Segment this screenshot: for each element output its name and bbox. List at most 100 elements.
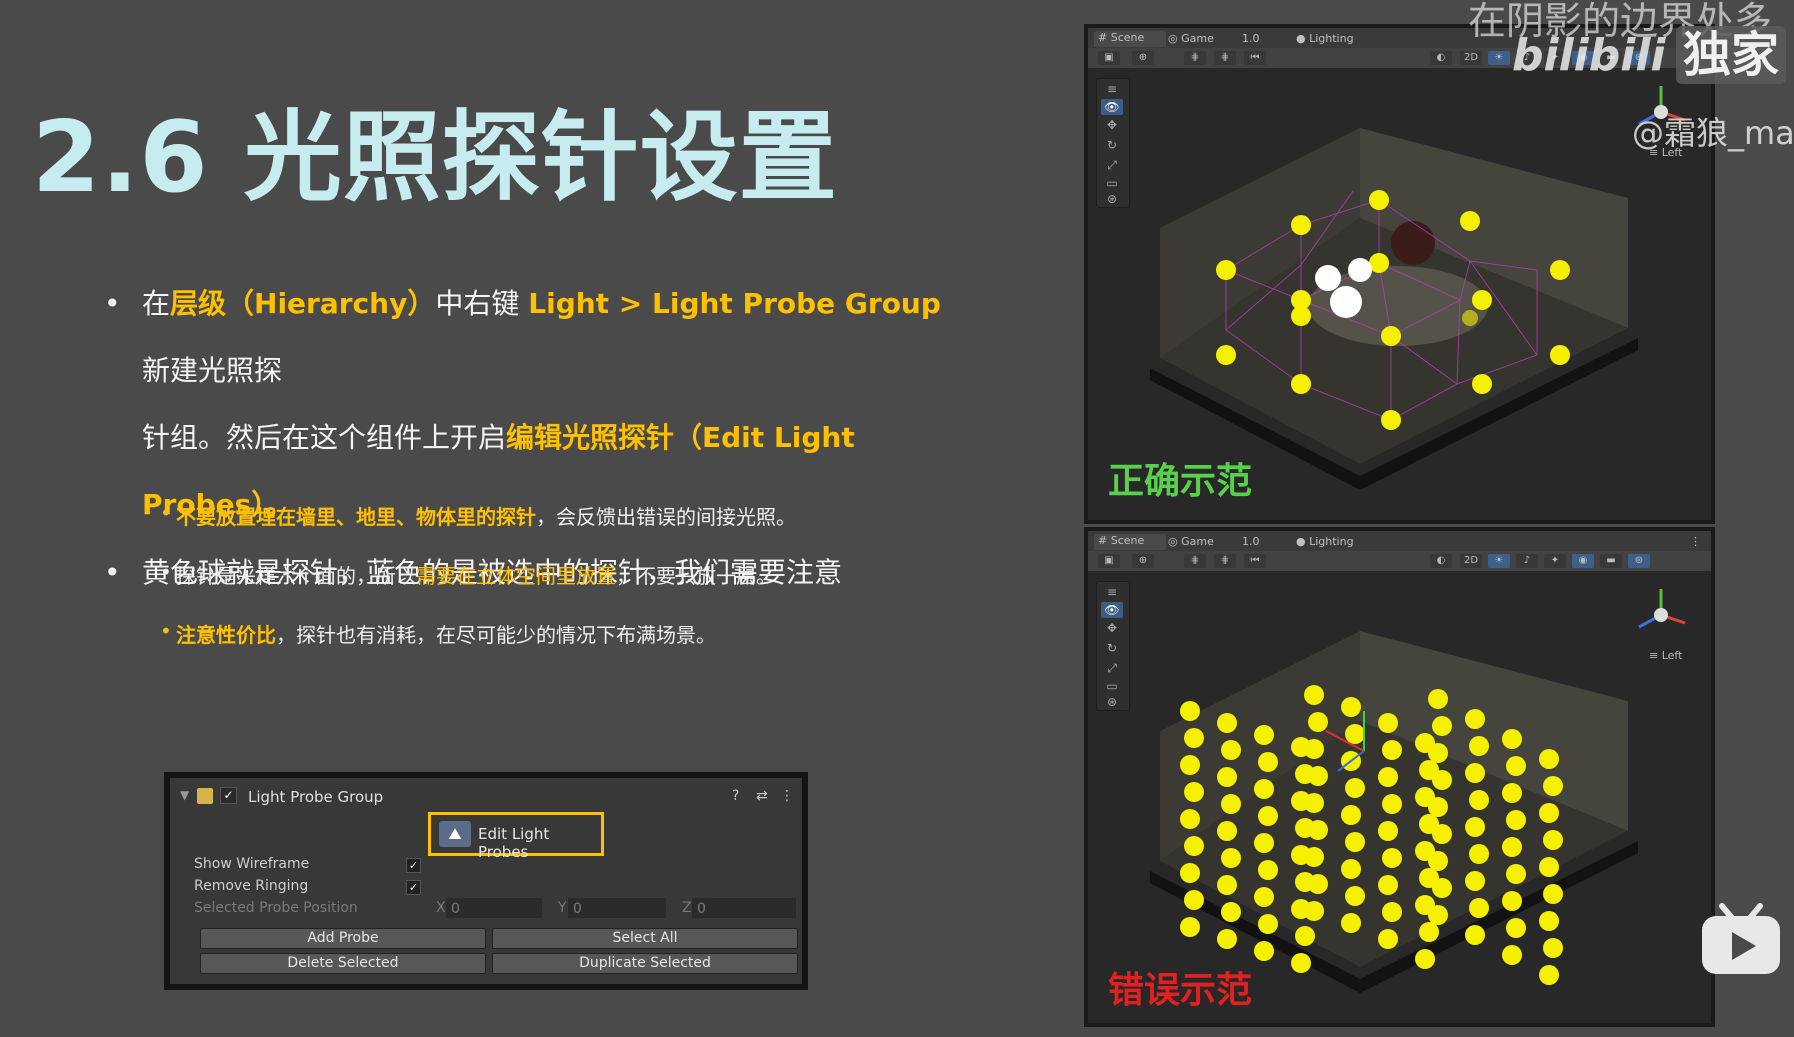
light-probe-sphere	[1539, 857, 1559, 877]
step-icon[interactable]: ⏮	[1244, 554, 1266, 568]
gizmos-icon[interactable]: ⊛	[1628, 554, 1650, 568]
sub1-hl: 不要放置埋在墙里、地里、物体里的探针	[176, 505, 536, 529]
light-toggle-icon[interactable]: ☀	[1488, 51, 1510, 65]
light-probe-sphere	[1506, 810, 1526, 830]
visibility-icon[interactable]: ◉	[1572, 554, 1594, 568]
duplicate-selected-button[interactable]: Duplicate Selected	[492, 953, 798, 974]
step-icon[interactable]: ⏮	[1244, 51, 1266, 65]
tab-scene[interactable]: # Scene	[1094, 31, 1166, 47]
light-probe-sphere	[1217, 875, 1237, 895]
preset-icon[interactable]: ⇄	[756, 788, 768, 804]
show-wireframe-checkbox[interactable]: ✓	[406, 858, 421, 873]
light-probe-sphere	[1217, 713, 1237, 733]
light-probe-sphere	[1469, 736, 1489, 756]
edit-probes-icon[interactable]: ⛰	[439, 821, 471, 847]
tab-scene[interactable]: # Scene	[1094, 534, 1166, 550]
tab-lighting[interactable]: ● Lighting	[1296, 32, 1354, 45]
shading-icon[interactable]: ◐	[1430, 554, 1452, 568]
light-toggle-icon[interactable]: ☀	[1488, 554, 1510, 568]
caption-wrong: 错误示范	[1108, 970, 1253, 1011]
sub-bullet-dot: •	[160, 501, 172, 525]
remove-ringing-checkbox[interactable]: ✓	[406, 880, 421, 895]
add-probe-button[interactable]: Add Probe	[200, 928, 486, 949]
light-probe-sphere	[1469, 898, 1489, 918]
light-probe-sphere	[1539, 749, 1559, 769]
light-probe-sphere	[1432, 824, 1452, 844]
fold-arrow-icon[interactable]: ▼	[180, 788, 189, 802]
help-icon[interactable]: ?	[732, 788, 739, 804]
tab-game-label: Game	[1181, 535, 1214, 548]
tab-scale[interactable]: 1.0	[1242, 32, 1260, 45]
grid-snap-icon[interactable]: ⋕	[1214, 554, 1236, 568]
scene-tab-bar: # Scene ◎ Game 1.0 ● Lighting ⋮	[1088, 531, 1711, 551]
light-probe-sphere	[1258, 806, 1278, 826]
light-probe-sphere	[1502, 783, 1522, 803]
edit-light-probes-label[interactable]: Edit Light Probes	[478, 825, 601, 861]
light-probe-sphere	[1180, 701, 1200, 721]
b1-line2-pre: 针组。然后在这个组件上开启	[142, 421, 507, 454]
grid-snap-icon[interactable]: ⋕	[1214, 51, 1236, 65]
grid-icon: #	[1098, 31, 1108, 44]
light-probe-sphere	[1221, 740, 1241, 760]
light-probe-sphere	[1539, 911, 1559, 931]
light-probe-sphere	[1291, 953, 1311, 973]
light-probe-sphere	[1502, 945, 1522, 965]
draw-mode-icon[interactable]: ▣	[1098, 51, 1120, 65]
component-enabled-checkbox[interactable]: ✓	[220, 787, 237, 804]
2d-toggle[interactable]: 2D	[1460, 554, 1482, 568]
more-menu-icon[interactable]: ⋮	[1690, 535, 1701, 548]
light-probe-sphere	[1180, 755, 1200, 775]
sub1-post: ，会反馈出错误的间接光照。	[536, 505, 796, 529]
tab-scale[interactable]: 1.0	[1242, 535, 1260, 548]
tab-game-label: Game	[1181, 32, 1214, 45]
light-probe-sphere	[1465, 763, 1485, 783]
uploader-watermark: @霜狼_may	[1632, 114, 1794, 152]
sub2-hl: 需要在立体空间里放置	[416, 564, 616, 588]
component-name: Light Probe Group	[248, 788, 384, 806]
shading-icon[interactable]: ◐	[1430, 51, 1452, 65]
x-field[interactable]: 0	[446, 898, 542, 918]
global-icon[interactable]: ⊕	[1132, 51, 1154, 65]
light-probe-sphere	[1432, 770, 1452, 790]
snap-icon[interactable]: ⋕	[1184, 51, 1206, 65]
light-probe-sphere	[1345, 886, 1365, 906]
b1-hl-menu-path: Light > Light Probe Group	[528, 287, 941, 320]
global-icon[interactable]: ⊕	[1132, 554, 1154, 568]
caption-correct: 正确示范	[1108, 461, 1253, 502]
light-probe-sphere	[1506, 756, 1526, 776]
delete-selected-button[interactable]: Delete Selected	[200, 953, 486, 974]
bullet-dot: •	[104, 556, 121, 589]
light-probe-sphere	[1419, 922, 1439, 942]
light-probe-sphere	[1341, 805, 1361, 825]
light-probe-sphere	[1184, 890, 1204, 910]
select-all-button[interactable]: Select All	[492, 928, 798, 949]
more-menu-icon[interactable]: ⋮	[780, 788, 794, 804]
z-field[interactable]: 0	[692, 898, 796, 918]
light-probe-sphere	[1502, 729, 1522, 749]
bullet-dot: •	[104, 287, 121, 320]
sub3-hl: 注意性价比	[176, 623, 276, 647]
light-probe-sphere	[1221, 794, 1241, 814]
snap-icon[interactable]: ⋕	[1184, 554, 1206, 568]
light-probe-sphere	[1382, 740, 1402, 760]
light-probe-sphere	[1258, 752, 1278, 772]
tab-game[interactable]: ◎ Game	[1168, 535, 1214, 548]
light-probe-sphere	[1382, 848, 1402, 868]
orientation-gizmo[interactable]: ≡ Left	[1619, 579, 1703, 663]
audio-icon[interactable]: ♪	[1516, 554, 1538, 568]
light-probe-sphere	[1543, 938, 1563, 958]
tab-lighting[interactable]: ● Lighting	[1296, 535, 1354, 548]
light-probe-sphere	[1217, 767, 1237, 787]
fx-icon[interactable]: ✦	[1544, 554, 1566, 568]
light-probe-sphere	[1254, 779, 1274, 799]
tab-game[interactable]: ◎ Game	[1168, 32, 1214, 45]
draw-mode-icon[interactable]: ▣	[1098, 554, 1120, 568]
y-field[interactable]: 0	[568, 898, 666, 918]
scene-view-correct: # Scene ◎ Game 1.0 ● Lighting ▣ ⊕ ⋕ ⋕ ⏮ …	[1084, 24, 1715, 524]
2d-toggle[interactable]: 2D	[1460, 51, 1482, 65]
light-probe-sphere	[1304, 847, 1324, 867]
camera-icon[interactable]: ▬	[1600, 554, 1622, 568]
light-probe-sphere	[1308, 874, 1328, 894]
light-probe-sphere	[1180, 809, 1200, 829]
selected-probe-position-label: Selected Probe Position	[194, 900, 358, 916]
